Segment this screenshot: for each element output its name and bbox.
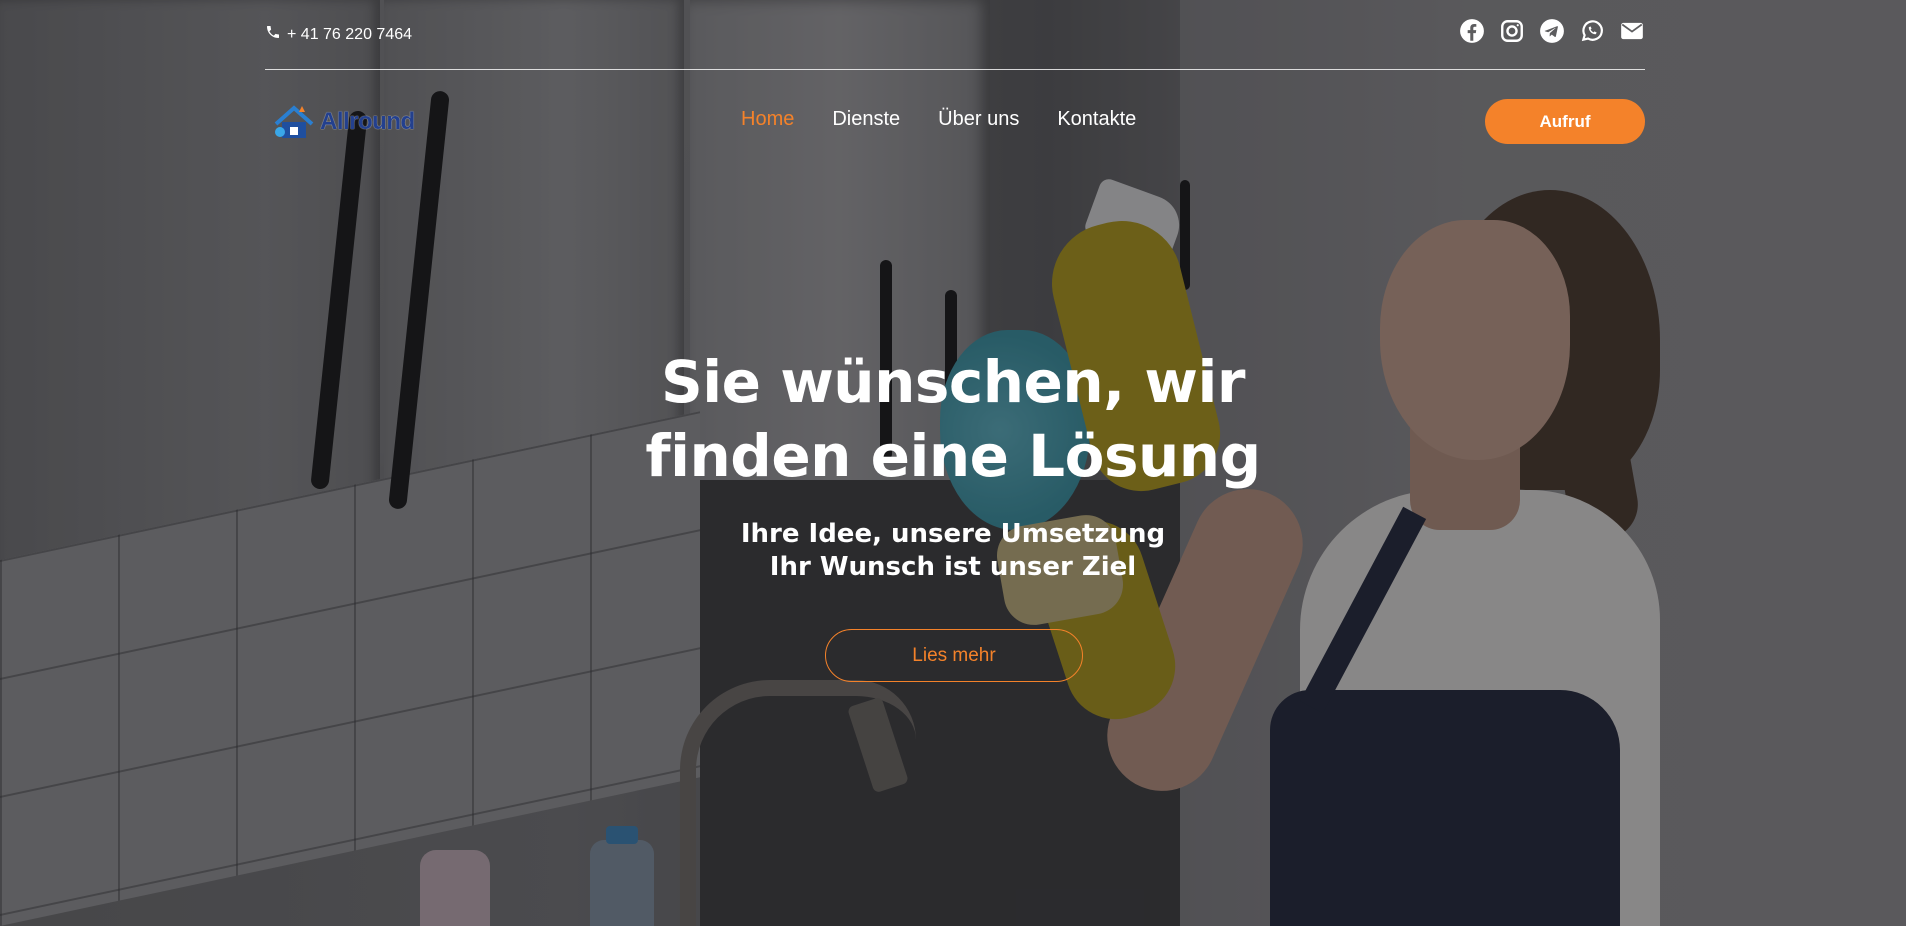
hero-sub-line2: Ihr Wunsch ist unser Ziel <box>769 552 1137 582</box>
header-divider <box>265 69 1645 70</box>
read-more-button[interactable]: Lies mehr <box>825 629 1083 682</box>
nav-item-home[interactable]: Home <box>741 108 794 131</box>
nav-item-dienste[interactable]: Dienste <box>832 108 900 131</box>
phone-icon <box>265 24 281 45</box>
top-bar: + 41 76 220 7464 <box>265 18 1645 52</box>
site-logo[interactable]: Allround <box>272 100 422 144</box>
envelope-icon[interactable] <box>1619 18 1645 44</box>
hero-subheadline: Ihre Idee, unsere Umsetzung Ihr Wunsch i… <box>603 518 1303 584</box>
phone-link[interactable]: + 41 76 220 7464 <box>265 24 412 45</box>
hero-sub-line1: Ihre Idee, unsere Umsetzung <box>740 519 1166 549</box>
nav-item-ueber-uns[interactable]: Über uns <box>938 108 1019 131</box>
logo-text: Allround <box>320 108 415 135</box>
telegram-icon[interactable] <box>1539 18 1565 44</box>
hero-headline: Sie wünschen, wir finden eine Lösung <box>553 345 1353 493</box>
hero-headline-line1: Sie wünschen, wir <box>661 348 1245 416</box>
hero-headline-line2: finden eine Lösung <box>645 422 1261 490</box>
social-links <box>1459 18 1645 44</box>
whatsapp-icon[interactable] <box>1579 18 1605 44</box>
main-nav: Home Dienste Über uns Kontakte <box>741 108 1136 131</box>
facebook-icon[interactable] <box>1459 18 1485 44</box>
house-logo-icon <box>274 105 314 138</box>
call-button[interactable]: Aufruf <box>1485 99 1645 144</box>
phone-number: + 41 76 220 7464 <box>287 25 413 43</box>
nav-item-kontakte[interactable]: Kontakte <box>1057 108 1136 131</box>
instagram-icon[interactable] <box>1499 18 1525 44</box>
